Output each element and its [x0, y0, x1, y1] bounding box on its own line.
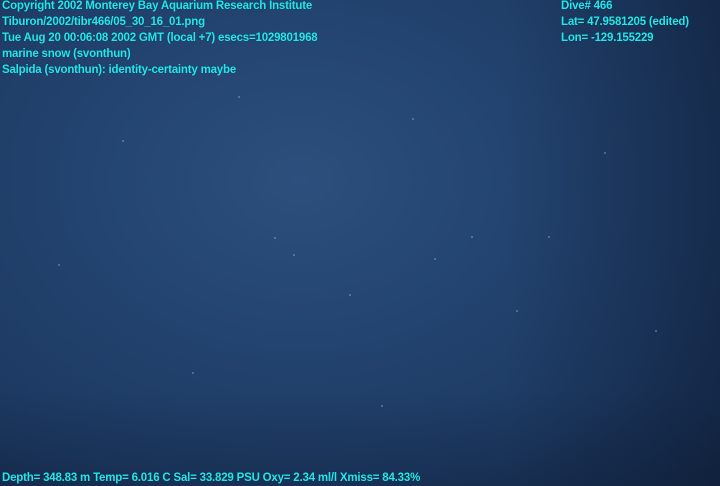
latitude-text: Lat= 47.9581205 (edited)	[561, 16, 689, 28]
marine-snow-particle	[238, 96, 240, 98]
marine-snow-particle	[293, 254, 295, 256]
marine-snow-particle	[655, 330, 657, 332]
marine-snow-particle	[381, 405, 383, 407]
marine-snow-particle	[412, 118, 414, 120]
timestamp-text: Tue Aug 20 00:06:08 2002 GMT (local +7) …	[2, 32, 318, 44]
marine-snow-particle	[434, 258, 436, 260]
telemetry-footer: Depth= 348.83 m Temp= 6.016 C Sal= 33.82…	[2, 470, 420, 486]
metadata-overlay-left: Copyright 2002 Monterey Bay Aquarium Res…	[2, 0, 318, 78]
file-path-text: Tiburon/2002/tibr466/05_30_16_01.png	[2, 16, 205, 28]
marine-snow-particle	[274, 237, 276, 239]
marine-snow-particle	[604, 152, 606, 154]
underwater-video-frame: Copyright 2002 Monterey Bay Aquarium Res…	[0, 0, 720, 486]
marine-snow-particle	[471, 236, 473, 238]
annotation-salpida: Salpida (svonthun): identity-certainty m…	[2, 64, 237, 76]
metadata-overlay-right: Dive# 466 Lat= 47.9581205 (edited) Lon= …	[561, 0, 689, 46]
marine-snow-particle	[548, 236, 550, 238]
dive-number-text: Dive# 466	[561, 0, 613, 12]
marine-snow-particle	[122, 140, 124, 142]
marine-snow-particle	[349, 294, 351, 296]
marine-snow-particle	[192, 372, 194, 374]
marine-snow-particle	[516, 310, 518, 312]
marine-snow-particle	[58, 264, 60, 266]
copyright-text: Copyright 2002 Monterey Bay Aquarium Res…	[2, 0, 313, 12]
longitude-text: Lon= -129.155229	[561, 32, 654, 44]
annotation-marine-snow: marine snow (svonthun)	[2, 48, 131, 60]
telemetry-text: Depth= 348.83 m Temp= 6.016 C Sal= 33.82…	[2, 472, 421, 484]
